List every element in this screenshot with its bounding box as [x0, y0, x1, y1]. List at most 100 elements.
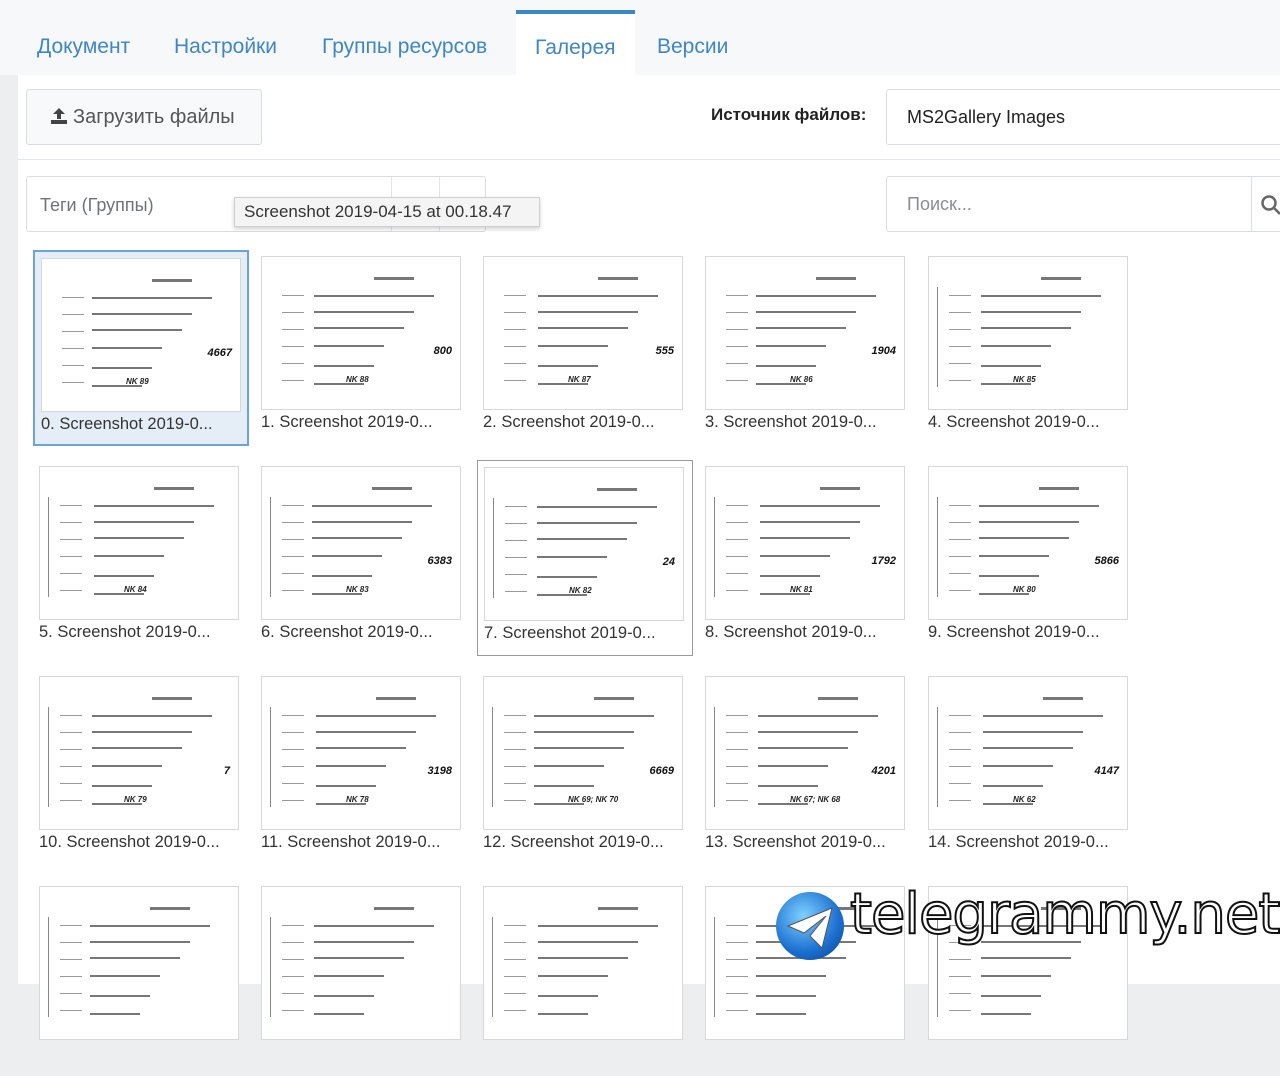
gallery-thumbnail[interactable]: 1904 NK 86 [705, 256, 905, 410]
doc-text-line [316, 785, 376, 787]
doc-label-line [504, 749, 526, 750]
gallery-item[interactable] [33, 880, 249, 1076]
doc-text-line [981, 327, 1071, 329]
doc-label-line [282, 800, 304, 801]
doc-label-line [949, 363, 971, 364]
doc-text-line [758, 747, 848, 749]
gallery-item[interactable] [477, 880, 693, 1076]
gallery-item[interactable]: 3198 NK 78 11. Screenshot 2019-0... [255, 670, 471, 866]
tab-resource-groups[interactable]: Группы ресурсов [303, 12, 506, 75]
gallery-item[interactable]: 555 NK 87 2. Screenshot 2019-0... [477, 250, 693, 446]
tab-versions[interactable]: Версии [638, 12, 747, 75]
doc-text-line [756, 365, 816, 367]
upload-files-button[interactable]: Загрузить файлы [26, 89, 262, 145]
upload-files-label: Загрузить файлы [73, 106, 235, 128]
doc-text-line [314, 957, 404, 959]
gallery-thumbnail[interactable]: 4201 NK 67; NK 68 [705, 676, 905, 830]
gallery-thumbnail[interactable] [39, 886, 239, 1040]
doc-text-line [538, 345, 608, 347]
doc-label-line [726, 590, 748, 591]
doc-text-line [534, 715, 654, 717]
gallery-toolbar: Загрузить файлы Источник файлов: MS2Gall… [18, 75, 1280, 160]
gallery-thumbnail[interactable]: 6669 NK 69; NK 70 [483, 676, 683, 830]
doc-text-line [758, 765, 828, 767]
doc-text-line [314, 327, 404, 329]
search-input[interactable]: Поиск... [886, 176, 1280, 232]
doc-text-line [981, 995, 1041, 997]
doc-label-line [504, 959, 526, 960]
doc-label-line [505, 523, 527, 524]
gallery-thumbnail[interactable]: 4147 NK 62 [928, 676, 1128, 830]
search-icon [1261, 195, 1280, 215]
doc-label-line [282, 715, 304, 716]
doc-text-line [312, 521, 412, 523]
doc-text-line [314, 295, 434, 297]
gallery-thumbnail[interactable]: 7 NK 79 [39, 676, 239, 830]
gallery-thumbnail[interactable]: NK 84 [39, 466, 239, 620]
doc-label-line [726, 505, 748, 506]
doc-text-line [312, 505, 432, 507]
doc-label-line [504, 783, 526, 784]
doc-text-line [534, 765, 604, 767]
doc-text-line [92, 329, 182, 331]
gallery-thumbnail[interactable] [483, 886, 683, 1040]
gallery-item[interactable]: 4201 NK 67; NK 68 13. Screenshot 2019-0... [699, 670, 915, 866]
gallery-item[interactable]: 1904 NK 86 3. Screenshot 2019-0... [699, 250, 915, 446]
gallery-thumbnail[interactable]: 800 NK 88 [261, 256, 461, 410]
gallery-thumbnail[interactable]: 5866 NK 80 [928, 466, 1128, 620]
doc-text-line [981, 975, 1051, 977]
gallery-thumbnail[interactable]: 6383 NK 83 [261, 466, 461, 620]
gallery-thumbnail[interactable]: NK 85 [928, 256, 1128, 410]
doc-code: NK 87 [568, 375, 591, 384]
gallery-thumbnail[interactable]: 1792 NK 81 [705, 466, 905, 620]
gallery-item[interactable]: 6669 NK 69; NK 70 12. Screenshot 2019-0... [477, 670, 693, 866]
tab-settings[interactable]: Настройки [155, 12, 296, 75]
doc-dimension-line [937, 287, 938, 387]
doc-label-line [949, 976, 971, 977]
doc-text-line [92, 715, 212, 717]
gallery-thumbnail[interactable] [261, 886, 461, 1040]
doc-price: 4201 [871, 765, 896, 777]
tab-document[interactable]: Документ [18, 12, 149, 75]
doc-dimension-line [492, 917, 493, 1017]
doc-label-line [726, 539, 748, 540]
gallery-item[interactable]: NK 84 5. Screenshot 2019-0... [33, 460, 249, 656]
doc-text-line [538, 295, 658, 297]
doc-text-line [92, 731, 192, 733]
gallery-item[interactable]: NK 85 4. Screenshot 2019-0... [922, 250, 1138, 446]
doc-label-line [504, 346, 526, 347]
doc-label-line [60, 522, 82, 523]
doc-text-line [90, 995, 150, 997]
doc-label-line [282, 1010, 304, 1011]
search-button[interactable] [1251, 177, 1280, 231]
doc-label-line [949, 295, 971, 296]
doc-label-line [60, 783, 82, 784]
gallery-item-caption: 14. Screenshot 2019-0... [928, 833, 1109, 851]
doc-text-line [979, 505, 1099, 507]
gallery-item[interactable]: 4667 NK 89 0. Screenshot 2019-0... [33, 250, 249, 446]
gallery-item[interactable]: 4147 NK 62 14. Screenshot 2019-0... [922, 670, 1138, 866]
gallery-thumbnail[interactable]: 4667 NK 89 [41, 258, 241, 412]
gallery-item-caption: 8. Screenshot 2019-0... [705, 623, 877, 641]
gallery-item[interactable]: 5866 NK 80 9. Screenshot 2019-0... [922, 460, 1138, 656]
gallery-thumbnail[interactable]: 24 NK 82 [484, 467, 684, 621]
doc-label-line [949, 312, 971, 313]
doc-text-line [538, 925, 658, 927]
gallery-item[interactable]: 800 NK 88 1. Screenshot 2019-0... [255, 250, 471, 446]
tab-gallery[interactable]: Галерея [516, 10, 635, 75]
gallery-thumbnail[interactable]: 555 NK 87 [483, 256, 683, 410]
doc-code: NK 89 [126, 377, 149, 386]
doc-text-line [90, 941, 190, 943]
gallery-item[interactable]: 24 NK 82 7. Screenshot 2019-0... [477, 460, 693, 656]
doc-label-line [949, 556, 971, 557]
gallery-item[interactable]: 1792 NK 81 8. Screenshot 2019-0... [699, 460, 915, 656]
gallery-item[interactable] [255, 880, 471, 1076]
file-source-select[interactable]: MS2Gallery Images [886, 89, 1280, 145]
gallery-item[interactable]: 6383 NK 83 6. Screenshot 2019-0... [255, 460, 471, 656]
gallery-item-caption: 4. Screenshot 2019-0... [928, 413, 1100, 431]
doc-price: 3198 [427, 765, 452, 777]
doc-label-line [726, 783, 748, 784]
doc-label-line [726, 380, 748, 381]
gallery-item[interactable]: 7 NK 79 10. Screenshot 2019-0... [33, 670, 249, 866]
gallery-thumbnail[interactable]: 3198 NK 78 [261, 676, 461, 830]
